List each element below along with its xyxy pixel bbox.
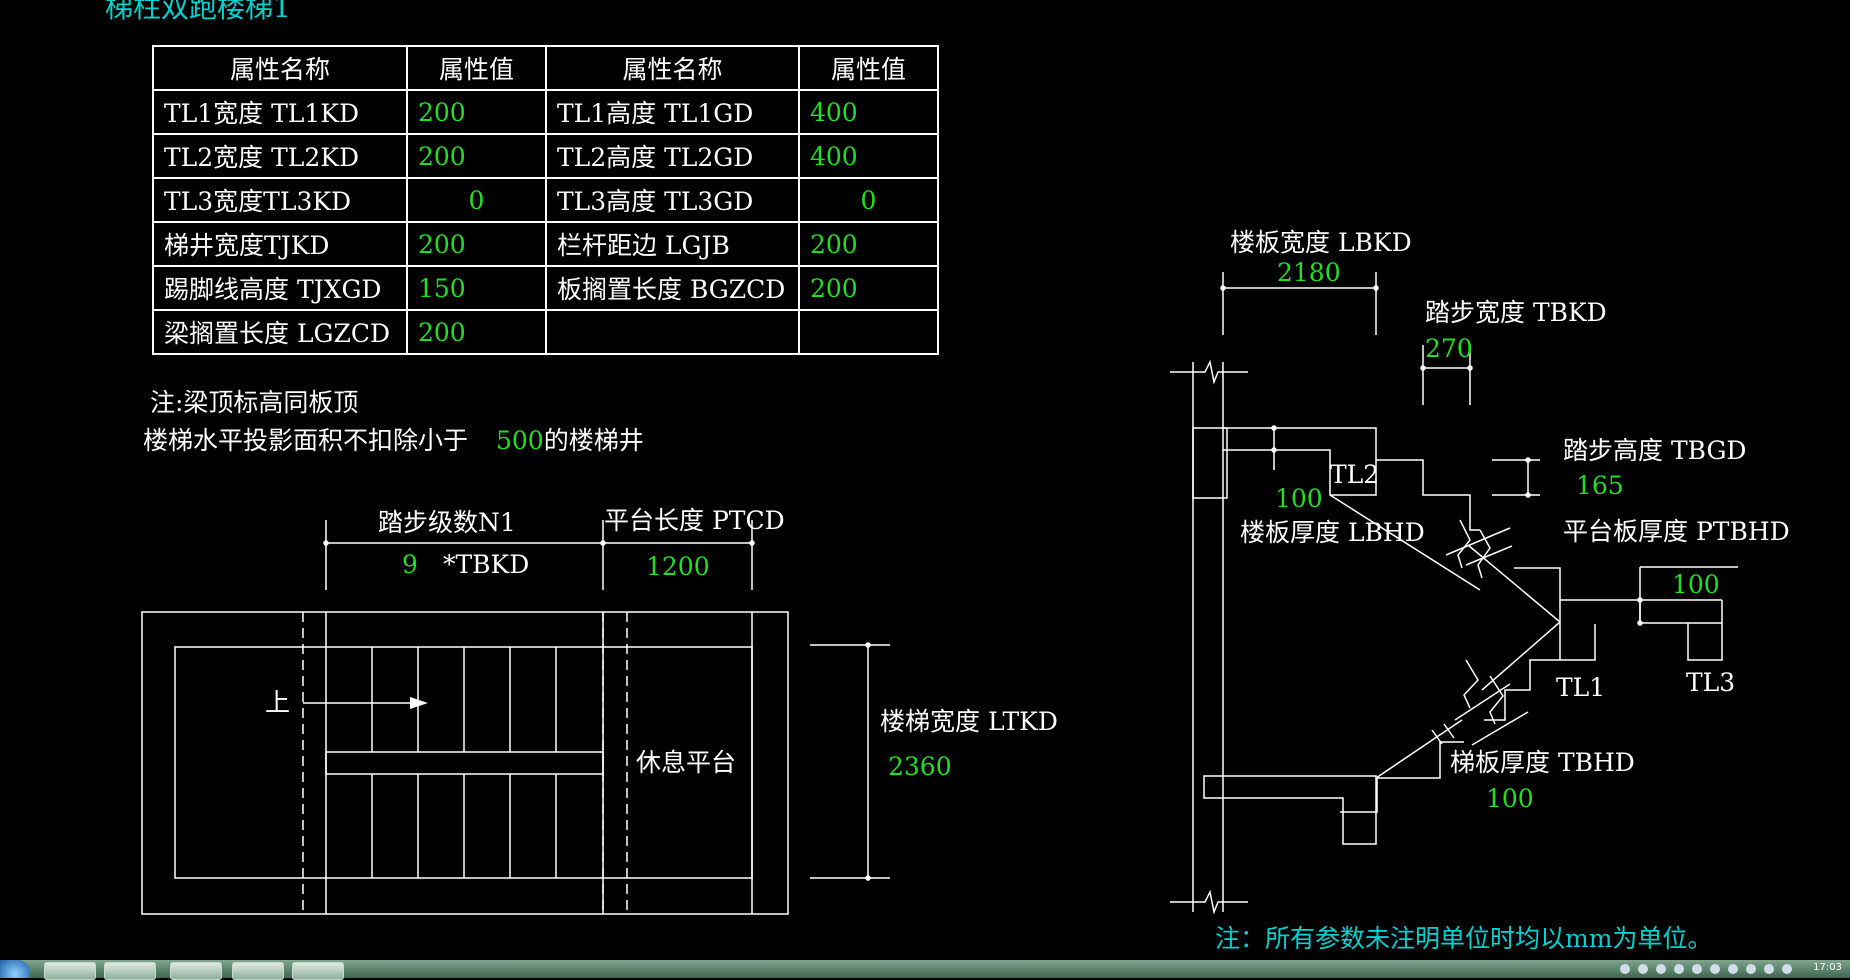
taskbar-app-button[interactable] bbox=[232, 962, 284, 980]
ground-beam bbox=[1203, 775, 1377, 845]
plan-platform-value[interactable]: 1200 bbox=[646, 554, 710, 579]
section-slab-width-value[interactable]: 2180 bbox=[1277, 260, 1341, 285]
taskbar: 17:03 bbox=[0, 960, 1850, 980]
break-line-icon bbox=[1170, 359, 1248, 385]
section-tread-width-value[interactable]: 270 bbox=[1425, 336, 1473, 361]
tray-icon[interactable] bbox=[1656, 964, 1666, 974]
section-stair-thickness-label: 梯板厚度 TBHD bbox=[1450, 748, 1635, 777]
tl1-beam bbox=[1559, 600, 1596, 661]
tray-icon[interactable] bbox=[1638, 964, 1648, 974]
lower-flight-steps bbox=[1484, 659, 1560, 721]
plan-platform-label: 平台长度 PTCD bbox=[604, 506, 785, 535]
section-tl2-label: TL2 bbox=[1330, 460, 1380, 489]
plan-treads-upper bbox=[371, 647, 557, 752]
break-line-icon bbox=[1457, 519, 1471, 569]
lower-flight-steps bbox=[1340, 741, 1464, 813]
tray-icon[interactable] bbox=[1764, 964, 1774, 974]
plan-steps-unit: *TBKD bbox=[443, 550, 530, 579]
section-tl1-label: TL1 bbox=[1556, 673, 1606, 702]
section-tread-height-value[interactable]: 165 bbox=[1576, 473, 1624, 498]
section-slab-thickness-value[interactable]: 100 bbox=[1275, 486, 1323, 511]
plan-width-label: 楼梯宽度 LTKD bbox=[880, 707, 1058, 736]
bottom-note: 注：所有参数未注明单位时均以mm为单位。 bbox=[1215, 924, 1713, 953]
section-slab-width-label: 楼板宽度 LBKD bbox=[1230, 228, 1412, 257]
section-tread-width-label: 踏步宽度 TBKD bbox=[1425, 298, 1607, 327]
plan-width-value[interactable]: 2360 bbox=[888, 754, 952, 779]
section-slab-thickness-label: 楼板厚度 LBHD bbox=[1240, 518, 1425, 547]
plan-stair-well bbox=[325, 751, 604, 775]
tl3-beam bbox=[1687, 600, 1723, 661]
taskbar-clock[interactable]: 17:03 bbox=[1813, 962, 1842, 973]
plan-treads-lower bbox=[371, 774, 557, 878]
taskbar-app-button[interactable] bbox=[292, 962, 344, 980]
break-line-icon bbox=[1463, 659, 1479, 709]
plan-steps-label: 踏步级数N1 bbox=[378, 508, 516, 537]
tray-icon[interactable] bbox=[1728, 964, 1738, 974]
taskbar-app-button[interactable] bbox=[104, 962, 156, 980]
plan-steps-value[interactable]: 9 bbox=[402, 552, 418, 577]
tray-icon[interactable] bbox=[1692, 964, 1702, 974]
tray-icon[interactable] bbox=[1620, 964, 1630, 974]
tray-icon[interactable] bbox=[1710, 964, 1720, 974]
tray-icon[interactable] bbox=[1674, 964, 1684, 974]
tray-icon[interactable] bbox=[1746, 964, 1756, 974]
cad-drawing bbox=[141, 272, 1738, 915]
section-platform-thickness-value[interactable]: 100 bbox=[1672, 572, 1720, 597]
plan-up-label: 上 bbox=[265, 688, 291, 717]
section-tread-height-label: 踏步高度 TBGD bbox=[1563, 436, 1747, 465]
plan-rest-label: 休息平台 bbox=[636, 748, 737, 777]
up-arrow-icon bbox=[410, 697, 428, 709]
stair-plan bbox=[141, 520, 890, 915]
taskbar-app-button[interactable] bbox=[44, 962, 96, 980]
slab-end-block bbox=[1192, 427, 1228, 499]
section-tl3-label: TL3 bbox=[1686, 668, 1736, 697]
tray-icon[interactable] bbox=[1782, 964, 1792, 974]
stair-section bbox=[1170, 272, 1738, 915]
break-line-icon bbox=[1170, 889, 1248, 915]
section-platform-thickness-label: 平台板厚度 PTBHD bbox=[1563, 517, 1790, 546]
break-line-icon bbox=[1489, 675, 1504, 725]
taskbar-app-button[interactable] bbox=[170, 962, 222, 980]
upper-flight-lower-soffit bbox=[1467, 544, 1561, 623]
start-button[interactable] bbox=[0, 960, 30, 978]
section-stair-thickness-value[interactable]: 100 bbox=[1486, 786, 1534, 811]
